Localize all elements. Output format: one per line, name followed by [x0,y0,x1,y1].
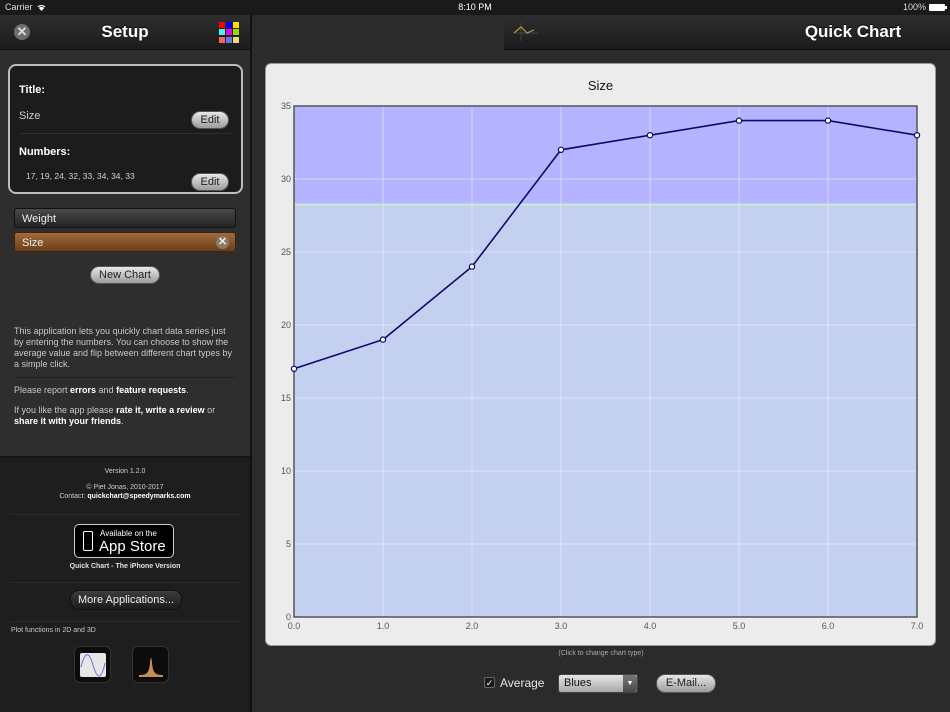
iphone-icon [83,531,93,551]
data-point [468,263,476,270]
edit-title-button[interactable]: Edit [191,111,229,129]
x-tick-label: 1.0 [377,621,390,631]
setup-title: Setup [101,22,149,41]
y-tick-label: 15 [281,393,291,403]
feature-requests-link[interactable]: feature requests [116,385,186,395]
palette-swatch [233,22,239,28]
sine-wave-icon [80,653,106,677]
palette-swatch [219,22,225,28]
setup-sidebar: ✕ Setup Title: Size Edit Numbers: 17, 19… [0,15,250,712]
palette-swatch [226,36,232,43]
x-tick-label: 0.0 [288,621,301,631]
divider [10,514,240,515]
data-point [913,131,921,139]
edit-numbers-button[interactable]: Edit [191,173,229,191]
plot-2d-app-icon[interactable] [74,646,111,683]
about-description: This application lets you quickly chart … [14,326,232,369]
app-store-badge[interactable]: Available on the App Store [74,524,174,558]
chart-controls: ✓ Average Blues ▼ E-Mail... [252,674,950,694]
divider [14,377,236,378]
below-average-band [294,204,917,618]
series-item-size[interactable]: Size ✕ [14,232,236,252]
color-scheme-select[interactable]: Blues ▼ [558,674,638,693]
palette-swatch [233,36,239,43]
main-panel: Quick Chart i Size 051015202530350.01.02… [252,15,950,712]
iphone-version-label: Quick Chart - The iPhone Version [69,563,181,570]
data-point [379,336,387,343]
color-palette-button[interactable] [219,22,240,43]
data-point [557,146,565,154]
rate-text: If you like the app please rate it, writ… [14,405,216,426]
y-tick-label: 35 [281,101,291,111]
series-label: Size [22,237,44,249]
divider [10,582,240,583]
copyright-label: © Piet Jonas, 2010-2017 [86,484,164,491]
data-point [290,365,298,372]
change-chart-hint: (Click to change chart type) [558,650,644,657]
y-tick-label: 30 [281,174,291,184]
main-navbar: Quick Chart i [504,15,950,50]
y-tick-label: 20 [281,320,291,330]
x-tick-label: 3.0 [555,621,568,631]
plot-functions-label: Plot functions in 2D and 3D [11,627,96,634]
clock: 8:10 PM [458,2,492,12]
x-tick-label: 5.0 [733,621,746,631]
x-tick-label: 6.0 [822,621,835,631]
palette-swatch [226,29,232,36]
battery-percent: 100% [902,2,926,12]
version-label: Version 1.2.0 [104,468,146,475]
divider [20,133,231,134]
x-tick-label: 7.0 [911,621,924,631]
y-tick-label: 25 [281,247,291,257]
chevron-down-icon: ▼ [623,675,637,692]
numbers-label: Numbers: [19,146,71,158]
contact-email-link[interactable]: quickchart@speedymarks.com [87,493,190,500]
data-point [646,131,654,139]
plot-3d-app-icon[interactable] [132,646,169,683]
average-checkbox[interactable]: ✓ [484,677,495,688]
setup-navbar: ✕ Setup [0,15,250,50]
title-label: Title: [19,84,46,96]
peak-surface-icon [139,657,163,677]
new-chart-button[interactable]: New Chart [90,266,160,284]
y-tick-label: 5 [286,539,291,549]
palette-swatch [219,29,225,36]
email-button[interactable]: E-Mail... [656,674,716,693]
palette-swatch [233,29,239,36]
line-chart: 051015202530350.0 1.0 2.0 3.0 4.0 5.0 6.0 7.0 [281,101,924,631]
more-applications-button[interactable]: More Applications... [70,590,182,610]
battery-icon [929,4,947,11]
contact-line: Contact: quickchart@speedymarks.com [59,493,191,500]
palette-swatch [226,22,232,28]
main-title: Quick Chart [804,22,902,41]
numbers-value: 17, 19, 24, 32, 33, 34, 34, 33 [26,171,135,181]
average-label: Average [500,676,545,690]
sidebar-footer: Version 1.2.0 © Piet Jonas, 2010-2017 Co… [0,456,250,712]
title-value: Size [19,110,41,122]
errors-link[interactable]: errors [70,385,96,395]
setup-card: Title: Size Edit Numbers: 17, 19, 24, 32… [8,64,243,194]
x-tick-label: 2.0 [466,621,479,631]
report-text: Please report errors and feature request… [14,385,189,395]
divider [10,621,240,622]
series-item-weight[interactable]: Weight [14,208,236,228]
x-tick-label: 4.0 [644,621,657,631]
chart-area[interactable]: Size 0 5 10 15 20 25 30 35 0.0 1.0 2.0 3.0 4.0 5.0 6.0… [265,63,936,646]
y-tick-label: 10 [281,466,291,476]
palette-swatch [219,36,225,43]
status-bar: Carrier 8:10 PM 100% [0,0,950,15]
delete-series-icon[interactable]: ✕ [216,236,229,249]
data-point [824,117,832,124]
share-link[interactable]: share it with your friends [14,416,121,426]
series-label: Weight [22,213,57,225]
data-point [735,117,743,124]
rate-review-link[interactable]: rate it, write a review [116,405,205,415]
